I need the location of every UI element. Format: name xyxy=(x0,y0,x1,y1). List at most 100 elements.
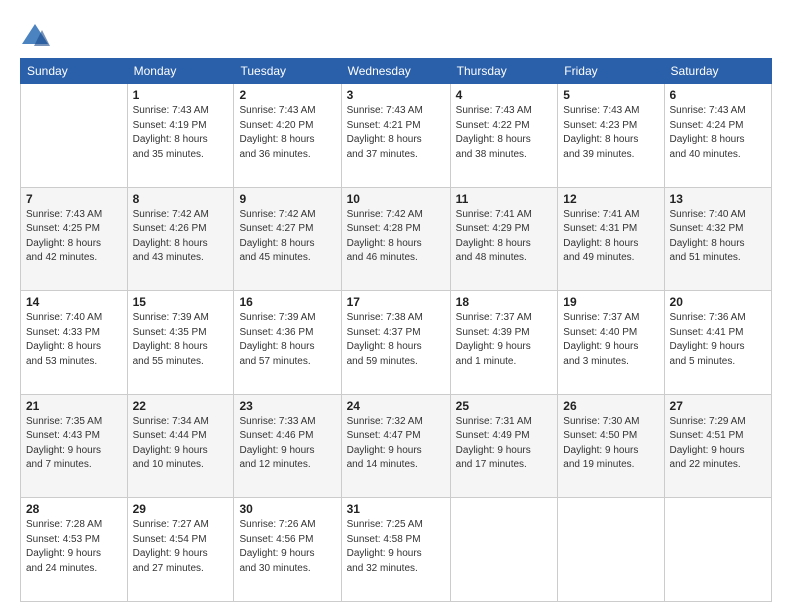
week-row-4: 21 Sunrise: 7:35 AM Sunset: 4:43 PM Dayli… xyxy=(21,394,772,498)
day-info: Sunrise: 7:29 AM Sunset: 4:51 PM Dayligh… xyxy=(670,415,766,473)
column-header-friday: Friday xyxy=(558,59,664,84)
calendar-header-row: SundayMondayTuesdayWednesdayThursdayFrid… xyxy=(21,59,772,84)
day-cell: 13 Sunrise: 7:40 AM Sunset: 4:32 PM Dayli… xyxy=(664,187,771,291)
day-number: 28 xyxy=(26,502,122,516)
day-info: Sunrise: 7:41 AM Sunset: 4:29 PM Dayligh… xyxy=(456,208,553,266)
day-cell xyxy=(450,498,558,602)
day-info: Sunrise: 7:42 AM Sunset: 4:28 PM Dayligh… xyxy=(347,208,445,266)
day-number: 22 xyxy=(133,399,229,413)
day-cell: 31Sunrise: 7:25 AM Sunset: 4:58 PM Dayli… xyxy=(341,498,450,602)
logo xyxy=(20,20,52,50)
day-cell xyxy=(664,498,771,602)
day-cell: 14 Sunrise: 7:40 AM Sunset: 4:33 PM Dayli… xyxy=(21,291,128,395)
day-info: Sunrise: 7:39 AM Sunset: 4:35 PM Dayligh… xyxy=(133,311,229,369)
day-info: Sunrise: 7:40 AM Sunset: 4:32 PM Dayligh… xyxy=(670,208,766,266)
day-cell xyxy=(558,498,664,602)
day-cell: 25 Sunrise: 7:31 AM Sunset: 4:49 PM Dayli… xyxy=(450,394,558,498)
day-number: 3 xyxy=(347,88,445,102)
day-number: 13 xyxy=(670,192,766,206)
day-info: Sunrise: 7:40 AM Sunset: 4:33 PM Dayligh… xyxy=(26,311,122,369)
column-header-monday: Monday xyxy=(127,59,234,84)
day-number: 4 xyxy=(456,88,553,102)
day-number: 26 xyxy=(563,399,658,413)
day-number: 17 xyxy=(347,295,445,309)
column-header-thursday: Thursday xyxy=(450,59,558,84)
day-cell: 18Sunrise: 7:37 AM Sunset: 4:39 PM Dayli… xyxy=(450,291,558,395)
day-cell: 8Sunrise: 7:42 AM Sunset: 4:26 PM Daylig… xyxy=(127,187,234,291)
day-info: Sunrise: 7:43 AM Sunset: 4:20 PM Dayligh… xyxy=(239,104,335,162)
day-cell: 16 Sunrise: 7:39 AM Sunset: 4:36 PM Dayli… xyxy=(234,291,341,395)
column-header-tuesday: Tuesday xyxy=(234,59,341,84)
day-cell: 27 Sunrise: 7:29 AM Sunset: 4:51 PM Dayli… xyxy=(664,394,771,498)
day-info: Sunrise: 7:31 AM Sunset: 4:49 PM Dayligh… xyxy=(456,415,553,473)
day-cell: 24 Sunrise: 7:32 AM Sunset: 4:47 PM Dayli… xyxy=(341,394,450,498)
day-number: 6 xyxy=(670,88,766,102)
day-cell: 30Sunrise: 7:26 AM Sunset: 4:56 PM Dayli… xyxy=(234,498,341,602)
day-cell: 4 Sunrise: 7:43 AM Sunset: 4:22 PM Daylig… xyxy=(450,84,558,188)
day-number: 29 xyxy=(133,502,229,516)
day-cell: 5 Sunrise: 7:43 AM Sunset: 4:23 PM Daylig… xyxy=(558,84,664,188)
day-number: 2 xyxy=(239,88,335,102)
day-cell: 11Sunrise: 7:41 AM Sunset: 4:29 PM Dayli… xyxy=(450,187,558,291)
week-row-2: 7 Sunrise: 7:43 AM Sunset: 4:25 PM Daylig… xyxy=(21,187,772,291)
day-info: Sunrise: 7:34 AM Sunset: 4:44 PM Dayligh… xyxy=(133,415,229,473)
day-cell: 6 Sunrise: 7:43 AM Sunset: 4:24 PM Daylig… xyxy=(664,84,771,188)
day-number: 24 xyxy=(347,399,445,413)
day-info: Sunrise: 7:41 AM Sunset: 4:31 PM Dayligh… xyxy=(563,208,658,266)
day-info: Sunrise: 7:43 AM Sunset: 4:25 PM Dayligh… xyxy=(26,208,122,266)
day-cell: 10 Sunrise: 7:42 AM Sunset: 4:28 PM Dayli… xyxy=(341,187,450,291)
day-number: 5 xyxy=(563,88,658,102)
calendar-table: SundayMondayTuesdayWednesdayThursdayFrid… xyxy=(20,58,772,602)
day-info: Sunrise: 7:43 AM Sunset: 4:23 PM Dayligh… xyxy=(563,104,658,162)
day-number: 14 xyxy=(26,295,122,309)
logo-icon xyxy=(20,20,50,50)
day-cell: 26 Sunrise: 7:30 AM Sunset: 4:50 PM Dayli… xyxy=(558,394,664,498)
day-cell: 12 Sunrise: 7:41 AM Sunset: 4:31 PM Dayli… xyxy=(558,187,664,291)
column-header-saturday: Saturday xyxy=(664,59,771,84)
day-info: Sunrise: 7:35 AM Sunset: 4:43 PM Dayligh… xyxy=(26,415,122,473)
day-number: 19 xyxy=(563,295,658,309)
day-cell: 3 Sunrise: 7:43 AM Sunset: 4:21 PM Daylig… xyxy=(341,84,450,188)
day-number: 1 xyxy=(133,88,229,102)
column-header-wednesday: Wednesday xyxy=(341,59,450,84)
day-info: Sunrise: 7:37 AM Sunset: 4:39 PM Dayligh… xyxy=(456,311,553,369)
column-header-sunday: Sunday xyxy=(21,59,128,84)
day-cell: 17 Sunrise: 7:38 AM Sunset: 4:37 PM Dayli… xyxy=(341,291,450,395)
day-cell: 23Sunrise: 7:33 AM Sunset: 4:46 PM Dayli… xyxy=(234,394,341,498)
calendar-body: 1 Sunrise: 7:43 AM Sunset: 4:19 PM Daylig… xyxy=(21,84,772,602)
day-info: Sunrise: 7:43 AM Sunset: 4:19 PM Dayligh… xyxy=(133,104,229,162)
day-number: 21 xyxy=(26,399,122,413)
day-info: Sunrise: 7:27 AM Sunset: 4:54 PM Dayligh… xyxy=(133,518,229,576)
day-info: Sunrise: 7:30 AM Sunset: 4:50 PM Dayligh… xyxy=(563,415,658,473)
day-cell: 9Sunrise: 7:42 AM Sunset: 4:27 PM Daylig… xyxy=(234,187,341,291)
day-info: Sunrise: 7:43 AM Sunset: 4:21 PM Dayligh… xyxy=(347,104,445,162)
day-number: 12 xyxy=(563,192,658,206)
day-number: 9 xyxy=(239,192,335,206)
week-row-3: 14 Sunrise: 7:40 AM Sunset: 4:33 PM Dayli… xyxy=(21,291,772,395)
day-number: 25 xyxy=(456,399,553,413)
day-info: Sunrise: 7:32 AM Sunset: 4:47 PM Dayligh… xyxy=(347,415,445,473)
day-number: 20 xyxy=(670,295,766,309)
day-info: Sunrise: 7:43 AM Sunset: 4:24 PM Dayligh… xyxy=(670,104,766,162)
day-cell: 15 Sunrise: 7:39 AM Sunset: 4:35 PM Dayli… xyxy=(127,291,234,395)
day-info: Sunrise: 7:36 AM Sunset: 4:41 PM Dayligh… xyxy=(670,311,766,369)
day-info: Sunrise: 7:39 AM Sunset: 4:36 PM Dayligh… xyxy=(239,311,335,369)
day-number: 16 xyxy=(239,295,335,309)
day-number: 27 xyxy=(670,399,766,413)
day-number: 7 xyxy=(26,192,122,206)
day-cell xyxy=(21,84,128,188)
page: SundayMondayTuesdayWednesdayThursdayFrid… xyxy=(0,0,792,612)
day-info: Sunrise: 7:37 AM Sunset: 4:40 PM Dayligh… xyxy=(563,311,658,369)
day-cell: 1 Sunrise: 7:43 AM Sunset: 4:19 PM Daylig… xyxy=(127,84,234,188)
day-number: 10 xyxy=(347,192,445,206)
day-info: Sunrise: 7:42 AM Sunset: 4:26 PM Dayligh… xyxy=(133,208,229,266)
day-info: Sunrise: 7:43 AM Sunset: 4:22 PM Dayligh… xyxy=(456,104,553,162)
day-cell: 29 Sunrise: 7:27 AM Sunset: 4:54 PM Dayli… xyxy=(127,498,234,602)
calendar-header: SundayMondayTuesdayWednesdayThursdayFrid… xyxy=(21,59,772,84)
day-info: Sunrise: 7:38 AM Sunset: 4:37 PM Dayligh… xyxy=(347,311,445,369)
day-info: Sunrise: 7:26 AM Sunset: 4:56 PM Dayligh… xyxy=(239,518,335,576)
day-info: Sunrise: 7:25 AM Sunset: 4:58 PM Dayligh… xyxy=(347,518,445,576)
day-number: 15 xyxy=(133,295,229,309)
week-row-1: 1 Sunrise: 7:43 AM Sunset: 4:19 PM Daylig… xyxy=(21,84,772,188)
day-info: Sunrise: 7:28 AM Sunset: 4:53 PM Dayligh… xyxy=(26,518,122,576)
